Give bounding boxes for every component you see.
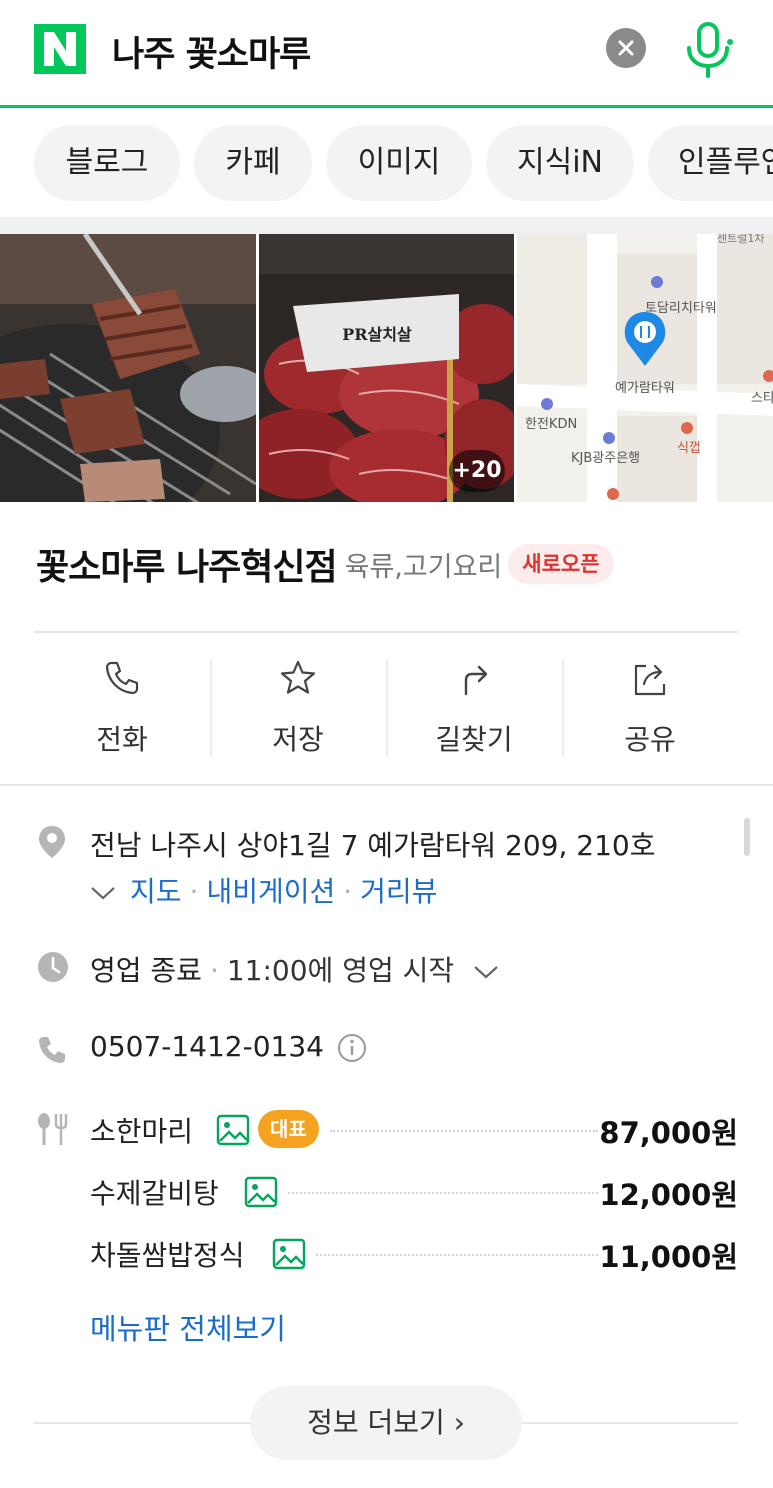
mini-map[interactable]: 토담리치타워 예가람타워 한전KDN KJB광주은행 식껍 스타 센트럴1차 — [517, 234, 773, 502]
map-label-tower1: 토담리치타워 — [645, 301, 717, 316]
open-time: 11:00에 영업 시작 — [226, 954, 455, 987]
business-hours[interactable]: 영업 종료 · 11:00에 영업 시작 — [90, 949, 499, 989]
call-label: 전화 — [96, 723, 148, 756]
address-links: 지도 · 내비게이션 · 거리뷰 — [90, 870, 437, 910]
share-label: 공유 — [624, 723, 676, 756]
representative-badge: 대표 — [258, 1110, 319, 1148]
place-name[interactable]: 꽃소마루 나주혁신점 — [36, 547, 338, 588]
address-text[interactable]: 전남 나주시 상야1길 7 예가람타워 209, 210호 — [90, 824, 655, 864]
star-icon — [280, 660, 316, 694]
scrollbar[interactable] — [744, 818, 750, 856]
naver-logo-icon[interactable] — [34, 24, 86, 74]
map-link[interactable]: 지도 — [130, 875, 182, 908]
phone-icon — [105, 661, 139, 695]
tab-blog[interactable]: 블로그 — [34, 125, 180, 201]
leader-dots — [288, 1192, 598, 1194]
photo-raw-beef[interactable]: PR살치살 +20 — [259, 234, 514, 502]
clock-icon — [38, 952, 68, 982]
share-button[interactable]: 공유 — [562, 650, 738, 765]
menu-item[interactable]: 수제갈비탕 12,000원 — [90, 1168, 738, 1216]
directions-button[interactable]: 길찾기 — [386, 650, 562, 765]
phone-number[interactable]: 0507-1412-0134 — [90, 1030, 367, 1063]
place-photo-strip: PR살치살 +20 토담리치타워 예가람타워 한전KDN KJB광주은행 식껍 — [0, 234, 773, 502]
place-actions: 전화 저장 길찾기 공유 — [34, 650, 738, 765]
menu-item[interactable]: 소한마리 대표 87,000원 — [90, 1106, 738, 1154]
tab-influencer[interactable]: 인플루언 — [648, 125, 773, 201]
tab-kin[interactable]: 지식iN — [486, 125, 634, 201]
divider — [0, 784, 773, 786]
map-label-edge: 스타 — [751, 391, 773, 406]
flag-text: PR살치살 — [342, 325, 412, 344]
directions-label: 길찾기 — [435, 723, 513, 756]
menu-item-price: 12,000원 — [599, 1178, 738, 1212]
more-photos-badge[interactable]: +20 — [449, 450, 505, 492]
map-label-bank: KJB광주은행 — [571, 450, 640, 466]
chevron-down-icon[interactable] — [90, 885, 116, 901]
menu-item-name: 차돌쌈밥정식 — [90, 1239, 245, 1272]
search-filter-tabs: 블로그 카페 이미지 지식iN 인플루언 — [0, 111, 773, 217]
share-icon — [634, 664, 666, 696]
business-status: 영업 종료 — [90, 954, 202, 987]
location-pin-icon — [39, 826, 65, 858]
tab-cafe[interactable]: 카페 — [194, 125, 312, 201]
menu-item-name: 수제갈비탕 — [90, 1177, 219, 1210]
photo-icon[interactable] — [272, 1238, 306, 1270]
search-bar: 나주 꽃소마루 — [0, 0, 773, 108]
phone-number-text: 0507-1412-0134 — [90, 1030, 324, 1063]
microphone-icon — [687, 22, 733, 78]
map-label-tower2: 예가람타워 — [615, 381, 675, 396]
leader-dots — [330, 1130, 598, 1132]
map-label-kdn: 한전KDN — [525, 417, 577, 432]
save-button[interactable]: 저장 — [210, 650, 386, 765]
clear-search-button[interactable] — [606, 28, 646, 68]
search-query-input[interactable]: 나주 꽃소마루 — [112, 26, 311, 77]
menu-item[interactable]: 차돌쌈밥정식 11,000원 — [90, 1230, 738, 1278]
photo-icon[interactable] — [216, 1114, 250, 1146]
map-label-diner: 식껍 — [677, 441, 701, 456]
info-icon[interactable] — [337, 1033, 367, 1063]
menu-item-price: 11,000원 — [599, 1240, 738, 1274]
directions-icon — [464, 665, 488, 696]
view-full-menu-link[interactable]: 메뉴판 전체보기 — [90, 1306, 286, 1348]
new-open-badge: 새로오픈 — [508, 544, 614, 584]
divider — [34, 631, 738, 633]
leader-dots — [316, 1254, 598, 1256]
photo-grilled-beef[interactable] — [0, 234, 256, 502]
navigation-link[interactable]: 내비게이션 — [206, 875, 335, 908]
more-info-button[interactable]: 정보 더보기 › — [250, 1386, 522, 1460]
map-label-top: 센트럴1차 — [717, 234, 764, 245]
call-button[interactable]: 전화 — [34, 650, 210, 765]
tab-images[interactable]: 이미지 — [326, 125, 472, 201]
place-category: 육류,고기요리 — [344, 551, 503, 583]
section-separator — [0, 217, 773, 234]
voice-search-button[interactable] — [680, 20, 736, 80]
street-view-link[interactable]: 거리뷰 — [360, 875, 437, 908]
place-title-row: 꽃소마루 나주혁신점 육류,고기요리 새로오픈 — [36, 538, 756, 598]
utensils-icon — [38, 1113, 68, 1145]
menu-item-name: 소한마리 — [90, 1115, 194, 1148]
chevron-down-icon[interactable] — [473, 964, 499, 980]
phone-icon — [39, 1037, 65, 1063]
menu-item-price: 87,000원 — [599, 1116, 738, 1150]
save-label: 저장 — [272, 723, 324, 756]
close-icon — [618, 40, 634, 56]
photo-icon[interactable] — [244, 1176, 278, 1208]
